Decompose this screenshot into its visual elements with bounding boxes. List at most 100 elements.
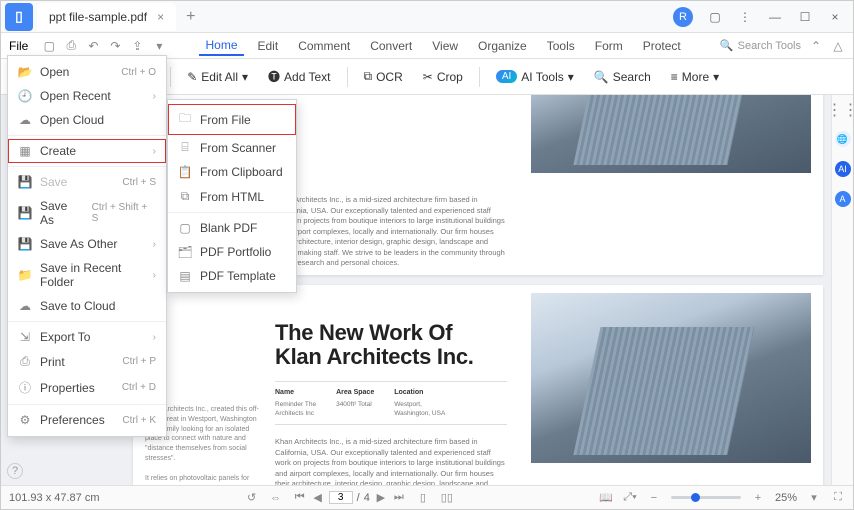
user-avatar[interactable]: R (673, 7, 693, 27)
minimize-icon[interactable]: — (767, 9, 783, 25)
tab-form[interactable]: Form (589, 37, 629, 55)
gear-icon: ⚙ (18, 413, 32, 427)
clock-icon: 🕘 (18, 89, 32, 103)
export-icon: ⇲ (18, 330, 32, 344)
tab-view[interactable]: View (426, 37, 464, 55)
tab-home[interactable]: Home (199, 36, 243, 56)
fact-row: NameReminder TheArchitects Inc Area Spac… (275, 381, 507, 425)
menu-print[interactable]: ⎙PrintCtrl + P (8, 349, 166, 374)
tab-convert[interactable]: Convert (364, 37, 418, 55)
fit-width-icon[interactable]: ⇔ (269, 491, 283, 505)
create-submenu: 🗀From File ⌸From Scanner 📋From Clipboard… (167, 99, 297, 293)
close-icon[interactable]: × (827, 9, 843, 25)
status-bar: 101.93 x 47.87 cm ↺ ⇔ ⏮ ◀ /4 ▶ ⏭ ▯ ▯▯ 📖 … (1, 485, 853, 509)
file-icon: 🗀 (178, 109, 192, 130)
app-logo: ▯ (5, 3, 33, 31)
save-icon: 💾 (18, 175, 32, 189)
tools-search-placeholder: Search Tools (738, 40, 801, 52)
tab-tools[interactable]: Tools (541, 37, 581, 55)
tab-protect[interactable]: Protect (637, 37, 687, 55)
menu-open[interactable]: 📂OpenCtrl + O (8, 60, 166, 84)
menu-export-to[interactable]: ⇲Export To› (8, 325, 166, 349)
divider (479, 67, 480, 87)
menu-create[interactable]: ▦Create› (8, 139, 166, 163)
menu-properties[interactable]: ⓘPropertiesCtrl + D (8, 374, 166, 401)
expand-icon[interactable]: △ (831, 39, 845, 53)
next-page-icon[interactable]: ▶ (374, 491, 388, 505)
zoom-in-icon[interactable]: + (751, 491, 765, 505)
new-tab-button[interactable]: + (176, 8, 205, 26)
building-image (531, 95, 811, 173)
fullscreen-icon[interactable]: ⛶ (831, 491, 845, 505)
submenu-blank-pdf[interactable]: ▢Blank PDF (168, 216, 296, 240)
first-page-icon[interactable]: ⏮ (293, 491, 307, 505)
translate-icon[interactable]: 🌐 (835, 131, 851, 147)
menu-open-cloud[interactable]: ☁Open Cloud (8, 108, 166, 132)
prev-page-icon[interactable]: ◀ (311, 491, 325, 505)
ai-panel-icon[interactable]: AI (835, 161, 851, 177)
ai-tools-button[interactable]: AI AI Tools▾ (492, 68, 578, 86)
assistant-icon[interactable]: A (835, 191, 851, 207)
page-total: 4 (364, 492, 370, 504)
document-tab[interactable]: ppt file-sample.pdf × (37, 3, 176, 31)
tools-search[interactable]: 🔍 Search Tools (720, 39, 801, 52)
two-page-icon[interactable]: ▯▯ (440, 491, 454, 505)
menu-save-cloud[interactable]: ☁Save to Cloud (8, 294, 166, 318)
divider (347, 67, 348, 87)
tab-edit[interactable]: Edit (252, 37, 285, 55)
menu-save-as[interactable]: 💾Save AsCtrl + Shift + S (8, 194, 166, 232)
fit-page-icon[interactable]: ⤢▾ (623, 491, 637, 505)
share-icon[interactable]: ⇪ (130, 39, 144, 53)
menu-save-recent-folder[interactable]: 📁Save in Recent Folder› (8, 256, 166, 294)
redo-icon[interactable]: ↷ (108, 39, 122, 53)
folder-open-icon: 📂 (18, 65, 32, 79)
page-dimensions: 101.93 x 47.87 cm (9, 492, 100, 504)
right-sidebar: ⋮⋮ 🌐 AI A (831, 95, 853, 485)
submenu-from-clipboard[interactable]: 📋From Clipboard (168, 160, 296, 184)
read-mode-icon[interactable]: 📖 (599, 491, 613, 505)
tab-close-icon[interactable]: × (157, 10, 164, 24)
tab-title: ppt file-sample.pdf (49, 10, 147, 24)
help-icon[interactable]: ? (7, 463, 23, 479)
save-icon[interactable]: ▢ (42, 39, 56, 53)
pdf-page-3: Khan Architects Inc., created this off-g… (133, 285, 823, 485)
submenu-from-file[interactable]: 🗀From File (168, 104, 296, 135)
submenu-from-scanner[interactable]: ⌸From Scanner (168, 135, 296, 160)
submenu-from-html[interactable]: ⧉From HTML (168, 184, 296, 209)
chevron-down-icon[interactable]: ▾ (152, 39, 166, 53)
zoom-percent[interactable]: 25% (775, 492, 797, 504)
search-icon: 🔍 (720, 39, 734, 52)
window-menu-icon[interactable]: ⋮ (737, 9, 753, 25)
more-button[interactable]: ≡ More▾ (667, 68, 723, 86)
search-button[interactable]: 🔍 Search (590, 68, 655, 86)
blank-icon: ▢ (178, 221, 192, 235)
file-menu[interactable]: File (9, 39, 28, 53)
reflow-icon[interactable]: ↺ (245, 491, 259, 505)
menu-preferences[interactable]: ⚙PreferencesCtrl + K (8, 408, 166, 432)
collapse-ribbon-icon[interactable]: ⌃ (809, 39, 823, 53)
scanner-icon: ⌸ (178, 140, 192, 155)
template-icon: ▤ (178, 269, 192, 283)
tab-comment[interactable]: Comment (292, 37, 356, 55)
edit-all-button[interactable]: ✎ Edit All▾ (183, 68, 252, 86)
last-page-icon[interactable]: ⏭ (392, 491, 406, 505)
single-page-icon[interactable]: ▯ (416, 491, 430, 505)
maximize-icon[interactable]: ☐ (797, 9, 813, 25)
submenu-pdf-template[interactable]: ▤PDF Template (168, 264, 296, 288)
undo-icon[interactable]: ↶ (86, 39, 100, 53)
zoom-slider[interactable] (671, 496, 741, 499)
crop-button[interactable]: ✂ Crop (419, 68, 467, 86)
window-panel-icon[interactable]: ▢ (707, 9, 723, 25)
menu-save-as-other[interactable]: 💾Save As Other› (8, 232, 166, 256)
sidebar-toggle-icon[interactable]: ⋮⋮ (836, 103, 850, 117)
print-icon[interactable]: ⎙ (64, 39, 78, 53)
page-input[interactable] (329, 491, 353, 504)
ocr-button[interactable]: ⧉ OCR (360, 67, 407, 86)
tab-organize[interactable]: Organize (472, 37, 533, 55)
page-nav: ⏮ ◀ /4 ▶ ⏭ (293, 491, 406, 505)
submenu-pdf-portfolio[interactable]: 🗂PDF Portfolio (168, 240, 296, 264)
html-icon: ⧉ (178, 189, 192, 204)
add-text-button[interactable]: 🅣 Add Text (264, 66, 335, 87)
menu-open-recent[interactable]: 🕘Open Recent› (8, 84, 166, 108)
zoom-out-icon[interactable]: − (647, 491, 661, 505)
